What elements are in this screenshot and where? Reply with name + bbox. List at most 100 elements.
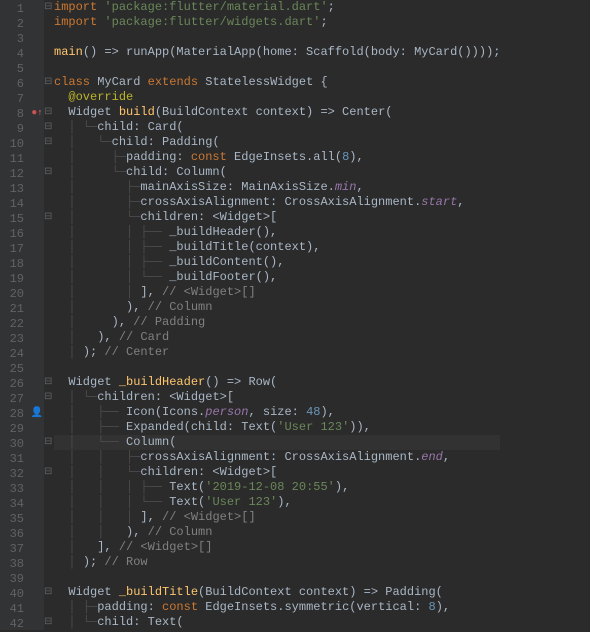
fold-toggle[interactable]: ⊟ — [44, 165, 52, 180]
marker-empty[interactable] — [30, 390, 44, 405]
code-line[interactable]: │ │ └─children: <Widget>[ — [54, 465, 500, 480]
line-number[interactable]: 22 — [4, 317, 24, 332]
code-line[interactable] — [54, 30, 500, 45]
marker-empty[interactable] — [30, 600, 44, 615]
code-line[interactable]: Widget build(BuildContext context) => Ce… — [54, 105, 500, 120]
line-number[interactable]: 10 — [4, 137, 24, 152]
code-line[interactable]: │ │ ├── _buildContent(), — [54, 255, 500, 270]
line-number[interactable]: 16 — [4, 227, 24, 242]
marker-empty[interactable] — [30, 480, 44, 495]
marker-empty[interactable] — [30, 420, 44, 435]
code-line[interactable]: import 'package:flutter/widgets.dart'; — [54, 15, 500, 30]
marker-empty[interactable] — [30, 360, 44, 375]
code-line[interactable]: │ │ ], // <Widget>[] — [54, 285, 500, 300]
line-number[interactable]: 37 — [4, 542, 24, 557]
line-number[interactable]: 4 — [4, 47, 24, 62]
marker-empty[interactable] — [30, 510, 44, 525]
code-line[interactable] — [54, 360, 500, 375]
line-number-gutter[interactable]: 1234567891011121314151617181920212223242… — [0, 0, 30, 630]
fold-toggle[interactable]: ⊟ — [44, 210, 52, 225]
line-number[interactable]: 27 — [4, 392, 24, 407]
marker-empty[interactable] — [30, 30, 44, 45]
code-area[interactable]: import 'package:flutter/material.dart';i… — [52, 0, 500, 630]
code-line[interactable]: │ ), // Column — [54, 300, 500, 315]
code-line[interactable]: import 'package:flutter/material.dart'; — [54, 0, 500, 15]
code-line[interactable]: │ │ │ ], // <Widget>[] — [54, 510, 500, 525]
line-number[interactable]: 33 — [4, 482, 24, 497]
marker-empty[interactable] — [30, 210, 44, 225]
fold-toggle[interactable]: ⊟ — [44, 135, 52, 150]
marker-empty[interactable] — [30, 270, 44, 285]
code-line[interactable]: │ └─child: Text( — [54, 615, 500, 630]
line-number[interactable]: 7 — [4, 92, 24, 107]
code-line[interactable]: │ ├── Icon(Icons.person, size: 48), — [54, 405, 500, 420]
marker-empty[interactable] — [30, 345, 44, 360]
marker-empty[interactable] — [30, 615, 44, 630]
code-line[interactable]: @override — [54, 90, 500, 105]
marker-empty[interactable] — [30, 435, 44, 450]
code-line[interactable]: │ └─child: Card( — [54, 120, 500, 135]
line-number[interactable]: 25 — [4, 362, 24, 377]
line-number[interactable]: 19 — [4, 272, 24, 287]
code-line[interactable]: │ └── Column( — [54, 435, 500, 450]
fold-toggle[interactable]: ⊟ — [44, 390, 52, 405]
code-line[interactable]: │ │ └── _buildFooter(), — [54, 270, 500, 285]
marker-empty[interactable] — [30, 525, 44, 540]
code-line[interactable]: │ │ ├─crossAxisAlignment: CrossAxisAlign… — [54, 450, 500, 465]
marker-empty[interactable] — [30, 135, 44, 150]
code-line[interactable]: │ ├─mainAxisSize: MainAxisSize.min, — [54, 180, 500, 195]
code-line[interactable]: │ ├── Expanded(child: Text('User 123')), — [54, 420, 500, 435]
line-number[interactable]: 3 — [4, 32, 24, 47]
line-number[interactable]: 12 — [4, 167, 24, 182]
line-number[interactable]: 26 — [4, 377, 24, 392]
line-number[interactable]: 18 — [4, 257, 24, 272]
marker-empty[interactable] — [30, 315, 44, 330]
marker-empty[interactable] — [30, 15, 44, 30]
line-number[interactable]: 15 — [4, 212, 24, 227]
marker-empty[interactable] — [30, 495, 44, 510]
code-line[interactable]: │ ); // Center — [54, 345, 500, 360]
code-line[interactable]: │ ├─padding: const EdgeInsets.symmetric(… — [54, 600, 500, 615]
marker-empty[interactable] — [30, 330, 44, 345]
line-number[interactable]: 39 — [4, 572, 24, 587]
vcs-marker[interactable]: 👤 — [30, 405, 44, 420]
marker-empty[interactable] — [30, 465, 44, 480]
line-number[interactable]: 41 — [4, 602, 24, 617]
fold-toggle[interactable]: ⊟ — [44, 375, 52, 390]
line-number[interactable]: 31 — [4, 452, 24, 467]
marker-empty[interactable] — [30, 450, 44, 465]
line-number[interactable]: 36 — [4, 527, 24, 542]
code-line[interactable]: │ │ ), // Column — [54, 525, 500, 540]
code-line[interactable]: │ │ │ └── Text('User 123'), — [54, 495, 500, 510]
marker-empty[interactable] — [30, 180, 44, 195]
line-number[interactable]: 1 — [4, 2, 24, 17]
line-number[interactable]: 24 — [4, 347, 24, 362]
marker-empty[interactable] — [30, 90, 44, 105]
code-line[interactable]: │ └─child: Padding( — [54, 135, 500, 150]
marker-empty[interactable] — [30, 75, 44, 90]
code-line[interactable]: │ └─children: <Widget>[ — [54, 390, 500, 405]
line-number[interactable]: 21 — [4, 302, 24, 317]
code-line[interactable] — [54, 570, 500, 585]
marker-gutter[interactable]: ●↑👤 — [30, 0, 44, 630]
line-number[interactable]: 28 — [4, 407, 24, 422]
line-number[interactable]: 14 — [4, 197, 24, 212]
marker-empty[interactable] — [30, 120, 44, 135]
code-line[interactable]: main() => runApp(MaterialApp(home: Scaff… — [54, 45, 500, 60]
line-number[interactable]: 13 — [4, 182, 24, 197]
line-number[interactable]: 8 — [4, 107, 24, 122]
code-line[interactable]: │ ), // Padding — [54, 315, 500, 330]
code-line[interactable]: Widget _buildTitle(BuildContext context)… — [54, 585, 500, 600]
marker-empty[interactable] — [30, 0, 44, 15]
marker-empty[interactable] — [30, 255, 44, 270]
line-number[interactable]: 17 — [4, 242, 24, 257]
code-line[interactable]: │ ), // Card — [54, 330, 500, 345]
code-line[interactable]: │ ├─padding: const EdgeInsets.all(8), — [54, 150, 500, 165]
fold-toggle[interactable]: ⊟ — [44, 120, 52, 135]
line-number[interactable]: 23 — [4, 332, 24, 347]
marker-empty[interactable] — [30, 375, 44, 390]
code-line[interactable]: │ ├─crossAxisAlignment: CrossAxisAlignme… — [54, 195, 500, 210]
line-number[interactable]: 40 — [4, 587, 24, 602]
marker-empty[interactable] — [30, 225, 44, 240]
line-number[interactable]: 11 — [4, 152, 24, 167]
